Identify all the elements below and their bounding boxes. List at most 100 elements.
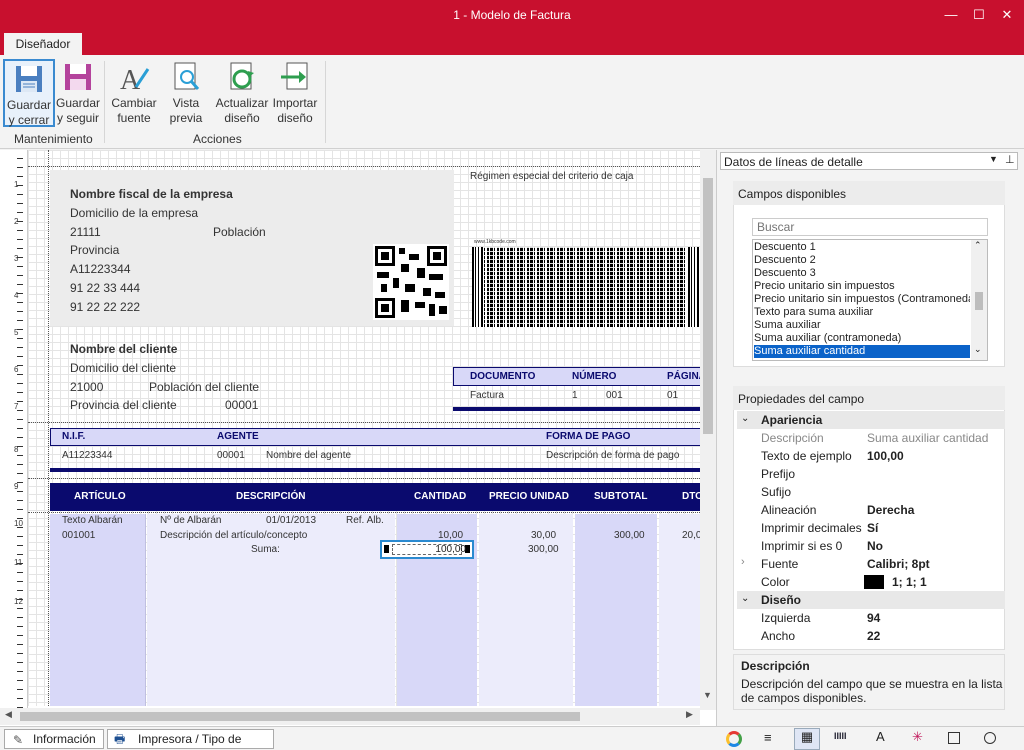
- client-province[interactable]: Provincia del cliente: [70, 398, 177, 412]
- prop-imprimir-cero[interactable]: Imprimir si es 0 No: [737, 537, 1005, 555]
- palette-icon[interactable]: [726, 731, 742, 747]
- ellipse-icon[interactable]: [984, 732, 996, 744]
- font-icon[interactable]: A: [876, 729, 885, 744]
- field-item[interactable]: Descuento 2: [754, 254, 970, 267]
- client-address[interactable]: Domicilio del cliente: [70, 361, 176, 375]
- update-design-button[interactable]: Actualizar diseño: [214, 59, 270, 127]
- company-nif[interactable]: A11223344: [70, 262, 131, 276]
- line-fecha[interactable]: 01/01/2013: [266, 515, 316, 526]
- meta-value-forma[interactable]: Descripción de forma de pago: [546, 450, 679, 461]
- client-name[interactable]: Nombre del cliente: [70, 342, 177, 356]
- line-albaran[interactable]: Nº de Albarán: [160, 515, 221, 526]
- doc-value-documento[interactable]: Factura: [470, 390, 504, 401]
- close-button[interactable]: ✕: [994, 4, 1020, 26]
- doc-value-serie[interactable]: 1: [572, 390, 578, 401]
- selected-field-suma-cantidad[interactable]: 100,00: [380, 540, 474, 559]
- company-zip[interactable]: 21111: [70, 225, 101, 239]
- category-diseno[interactable]: ⌄ Diseño: [737, 591, 1005, 609]
- field-item[interactable]: Precio unitario sin impuestos (Contramon…: [754, 293, 970, 306]
- minimize-button[interactable]: —: [938, 4, 964, 26]
- lines-header-precio[interactable]: PRECIO UNIDAD: [489, 491, 569, 502]
- company-city[interactable]: Población: [213, 225, 266, 239]
- tab-informacion[interactable]: ✎ Información: [4, 729, 104, 749]
- pin-icon[interactable]: ⊥: [1005, 153, 1015, 166]
- field-item[interactable]: Suma auxiliar (contramoneda): [754, 332, 970, 345]
- lines-header-cantidad[interactable]: CANTIDAD: [414, 491, 466, 502]
- fields-scrollbar[interactable]: ⌃ ⌄: [971, 240, 987, 360]
- meta-header-nif[interactable]: N.I.F.: [62, 431, 85, 442]
- line-icon[interactable]: ✳: [912, 729, 923, 745]
- barcode[interactable]: [472, 247, 700, 327]
- qr-code[interactable]: [373, 244, 449, 320]
- column-subtotal[interactable]: [575, 514, 657, 706]
- preview-button[interactable]: Vista previa: [164, 59, 208, 127]
- save-continue-button[interactable]: Guardar y seguir: [56, 59, 100, 127]
- horizontal-scrollbar[interactable]: ◀ ▶: [0, 708, 700, 725]
- doc-value-numero[interactable]: 001: [606, 390, 623, 401]
- column-precio[interactable]: [479, 514, 573, 706]
- client-zip[interactable]: 21000: [70, 380, 103, 394]
- line-precio-sum[interactable]: 300,00: [528, 544, 559, 555]
- line-suma-label[interactable]: Suma:: [251, 544, 280, 555]
- field-item[interactable]: Descuento 3: [754, 267, 970, 280]
- column-descripcion[interactable]: [147, 514, 395, 706]
- line-precio[interactable]: 30,00: [531, 530, 556, 541]
- barcode-icon[interactable]: IIIII: [834, 731, 847, 741]
- field-item-selected[interactable]: Suma auxiliar cantidad: [754, 345, 970, 358]
- column-dto[interactable]: [659, 514, 700, 706]
- prop-imprimir-decimales[interactable]: Imprimir decimales Sí: [737, 519, 1005, 537]
- table-icon[interactable]: ▦: [794, 728, 820, 750]
- color-swatch[interactable]: [864, 575, 884, 589]
- client-code[interactable]: 00001: [225, 398, 258, 412]
- line-subtotal[interactable]: 300,00: [614, 530, 645, 541]
- field-item[interactable]: Descuento 1: [754, 241, 970, 254]
- company-phone1[interactable]: 91 22 33 444: [70, 281, 140, 295]
- meta-value-agente-code[interactable]: 00001: [217, 450, 245, 461]
- lines-header-articulo[interactable]: ARTÍCULO: [74, 491, 126, 502]
- prop-texto-ejemplo[interactable]: Texto de ejemplo 100,00: [737, 447, 1005, 465]
- column-articulo[interactable]: [50, 514, 146, 706]
- meta-value-nif[interactable]: A11223344: [62, 450, 112, 461]
- save-close-button[interactable]: Guardar y cerrar: [3, 59, 55, 127]
- tab-disenador[interactable]: Diseñador: [4, 33, 82, 55]
- lines-header-dto[interactable]: DTO: [682, 491, 700, 502]
- line-ref[interactable]: Ref. Alb.: [346, 515, 384, 526]
- field-item[interactable]: Precio unitario sin impuestos: [754, 280, 970, 293]
- doc-header-numero[interactable]: NÚMERO: [572, 371, 616, 382]
- search-input[interactable]: [752, 218, 988, 236]
- lines-header-subtotal[interactable]: SUBTOTAL: [594, 491, 648, 502]
- company-phone2[interactable]: 91 22 22 222: [70, 300, 140, 314]
- line-dto[interactable]: 20,0: [682, 530, 700, 541]
- prop-descripcion[interactable]: Descripción Suma auxiliar cantidad: [737, 429, 1005, 447]
- doc-header-documento[interactable]: DOCUMENTO: [470, 371, 535, 382]
- maximize-button[interactable]: ☐: [966, 4, 992, 26]
- lines-header-descripcion[interactable]: DESCRIPCIÓN: [236, 491, 305, 502]
- prop-fuente[interactable]: › Fuente Calibri; 8pt: [737, 555, 1005, 573]
- prop-izquierda[interactable]: Izquierda 94: [737, 609, 1005, 627]
- company-province[interactable]: Provincia: [70, 243, 119, 257]
- invoice-design-surface[interactable]: Nombre fiscal de la empresa Domicilio de…: [28, 150, 700, 706]
- text-field-icon[interactable]: ≡: [764, 730, 772, 745]
- change-font-button[interactable]: A Cambiar fuente: [110, 59, 158, 127]
- datasource-dropdown[interactable]: Datos de líneas de detalle ▼ ⊥: [720, 152, 1018, 170]
- field-item[interactable]: Texto para suma auxiliar: [754, 306, 970, 319]
- prop-alineacion[interactable]: Alineación Derecha: [737, 501, 1005, 519]
- vertical-scrollbar[interactable]: ▼: [700, 150, 716, 710]
- rectangle-icon[interactable]: [948, 732, 960, 744]
- client-city[interactable]: Población del cliente: [149, 380, 259, 394]
- import-design-button[interactable]: Importar diseño: [270, 59, 320, 127]
- tab-impresora[interactable]: 🖶 Impresora / Tipo de papel: [107, 729, 274, 749]
- prop-sufijo[interactable]: Sufijo: [737, 483, 1005, 501]
- field-item[interactable]: Suma auxiliar: [754, 319, 970, 332]
- line-art-label[interactable]: Texto Albarán: [62, 515, 123, 526]
- meta-value-agente-name[interactable]: Nombre del agente: [266, 450, 351, 461]
- doc-value-pagina[interactable]: 01: [667, 390, 678, 401]
- doc-header-pagina[interactable]: PÁGINA: [667, 371, 700, 382]
- company-address[interactable]: Domicilio de la empresa: [70, 206, 198, 220]
- regimen-text[interactable]: Régimen especial del criterio de caja: [470, 171, 633, 182]
- meta-header-agente[interactable]: AGENTE: [217, 431, 259, 442]
- category-apariencia[interactable]: ⌄ Apariencia: [737, 411, 1005, 429]
- line-desc[interactable]: Descripción del artículo/concepto: [160, 530, 307, 541]
- company-name[interactable]: Nombre fiscal de la empresa: [70, 187, 233, 201]
- prop-ancho[interactable]: Ancho 22: [737, 627, 1005, 645]
